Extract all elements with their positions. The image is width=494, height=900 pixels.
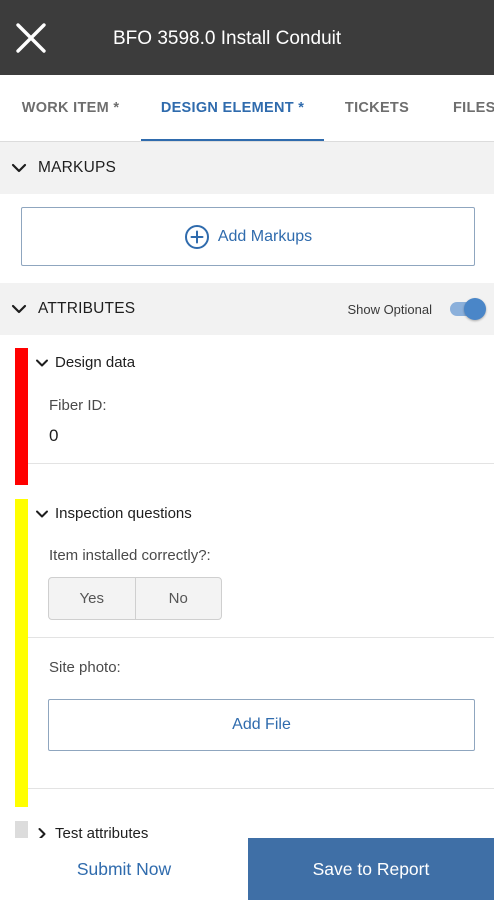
footer-bar: Submit Now Save to Report xyxy=(0,838,494,900)
tab-work-item[interactable]: WORK ITEM * xyxy=(0,75,141,141)
fiber-id-label: Fiber ID: xyxy=(49,397,107,414)
show-optional-label: Show Optional xyxy=(347,301,432,317)
app-bar: BFO 3598.0 Install Conduit xyxy=(0,0,494,75)
inspection-questions-group-header[interactable]: Inspection questions xyxy=(35,505,192,522)
save-to-report-button[interactable]: Save to Report xyxy=(248,838,494,900)
submit-now-button[interactable]: Submit Now xyxy=(0,838,248,900)
toggle-knob xyxy=(464,298,486,320)
close-button[interactable] xyxy=(10,17,52,59)
no-option[interactable]: No xyxy=(134,578,222,619)
add-file-button[interactable]: Add File xyxy=(48,699,475,751)
site-photo-label: Site photo: xyxy=(49,659,121,676)
chevron-down-icon xyxy=(11,304,27,314)
close-icon[interactable] xyxy=(15,22,47,54)
yes-no-segmented-control: Yes No xyxy=(48,577,222,620)
design-data-title: Design data xyxy=(55,354,136,371)
status-bar-design-data xyxy=(15,348,28,485)
tab-tickets[interactable]: TICKETS xyxy=(324,75,430,141)
divider xyxy=(28,463,494,464)
fiber-id-value: 0 xyxy=(49,426,59,445)
status-bar-inspection-questions xyxy=(15,499,28,807)
divider xyxy=(28,788,494,789)
attributes-section-header[interactable]: ATTRIBUTES Show Optional xyxy=(0,283,494,335)
plus-circle-icon xyxy=(184,224,209,249)
divider xyxy=(28,637,494,638)
yes-option[interactable]: Yes xyxy=(49,578,135,619)
page-title: BFO 3598.0 Install Conduit xyxy=(113,28,342,49)
chevron-down-icon xyxy=(36,510,48,517)
design-data-group-header[interactable]: Design data xyxy=(35,354,135,371)
attributes-section-label: ATTRIBUTES xyxy=(38,300,136,317)
markups-section-header[interactable]: MARKUPS xyxy=(0,142,494,194)
markups-section-label: MARKUPS xyxy=(38,159,117,176)
chevron-down-icon xyxy=(11,163,27,173)
inspection-questions-title: Inspection questions xyxy=(55,505,192,522)
installed-correctly-label: Item installed correctly?: xyxy=(49,547,211,564)
add-markups-label: Add Markups xyxy=(217,227,313,245)
show-optional-toggle[interactable] xyxy=(450,298,486,320)
tab-bar: WORK ITEM * DESIGN ELEMENT * TICKETS FIL… xyxy=(0,75,494,142)
tab-design-element[interactable]: DESIGN ELEMENT * xyxy=(141,75,324,141)
test-attributes-peek: Test attributes xyxy=(0,815,494,840)
chevron-down-icon xyxy=(36,359,48,366)
tab-files[interactable]: FILES xyxy=(430,75,494,141)
add-markups-button[interactable]: Add Markups xyxy=(21,207,475,266)
